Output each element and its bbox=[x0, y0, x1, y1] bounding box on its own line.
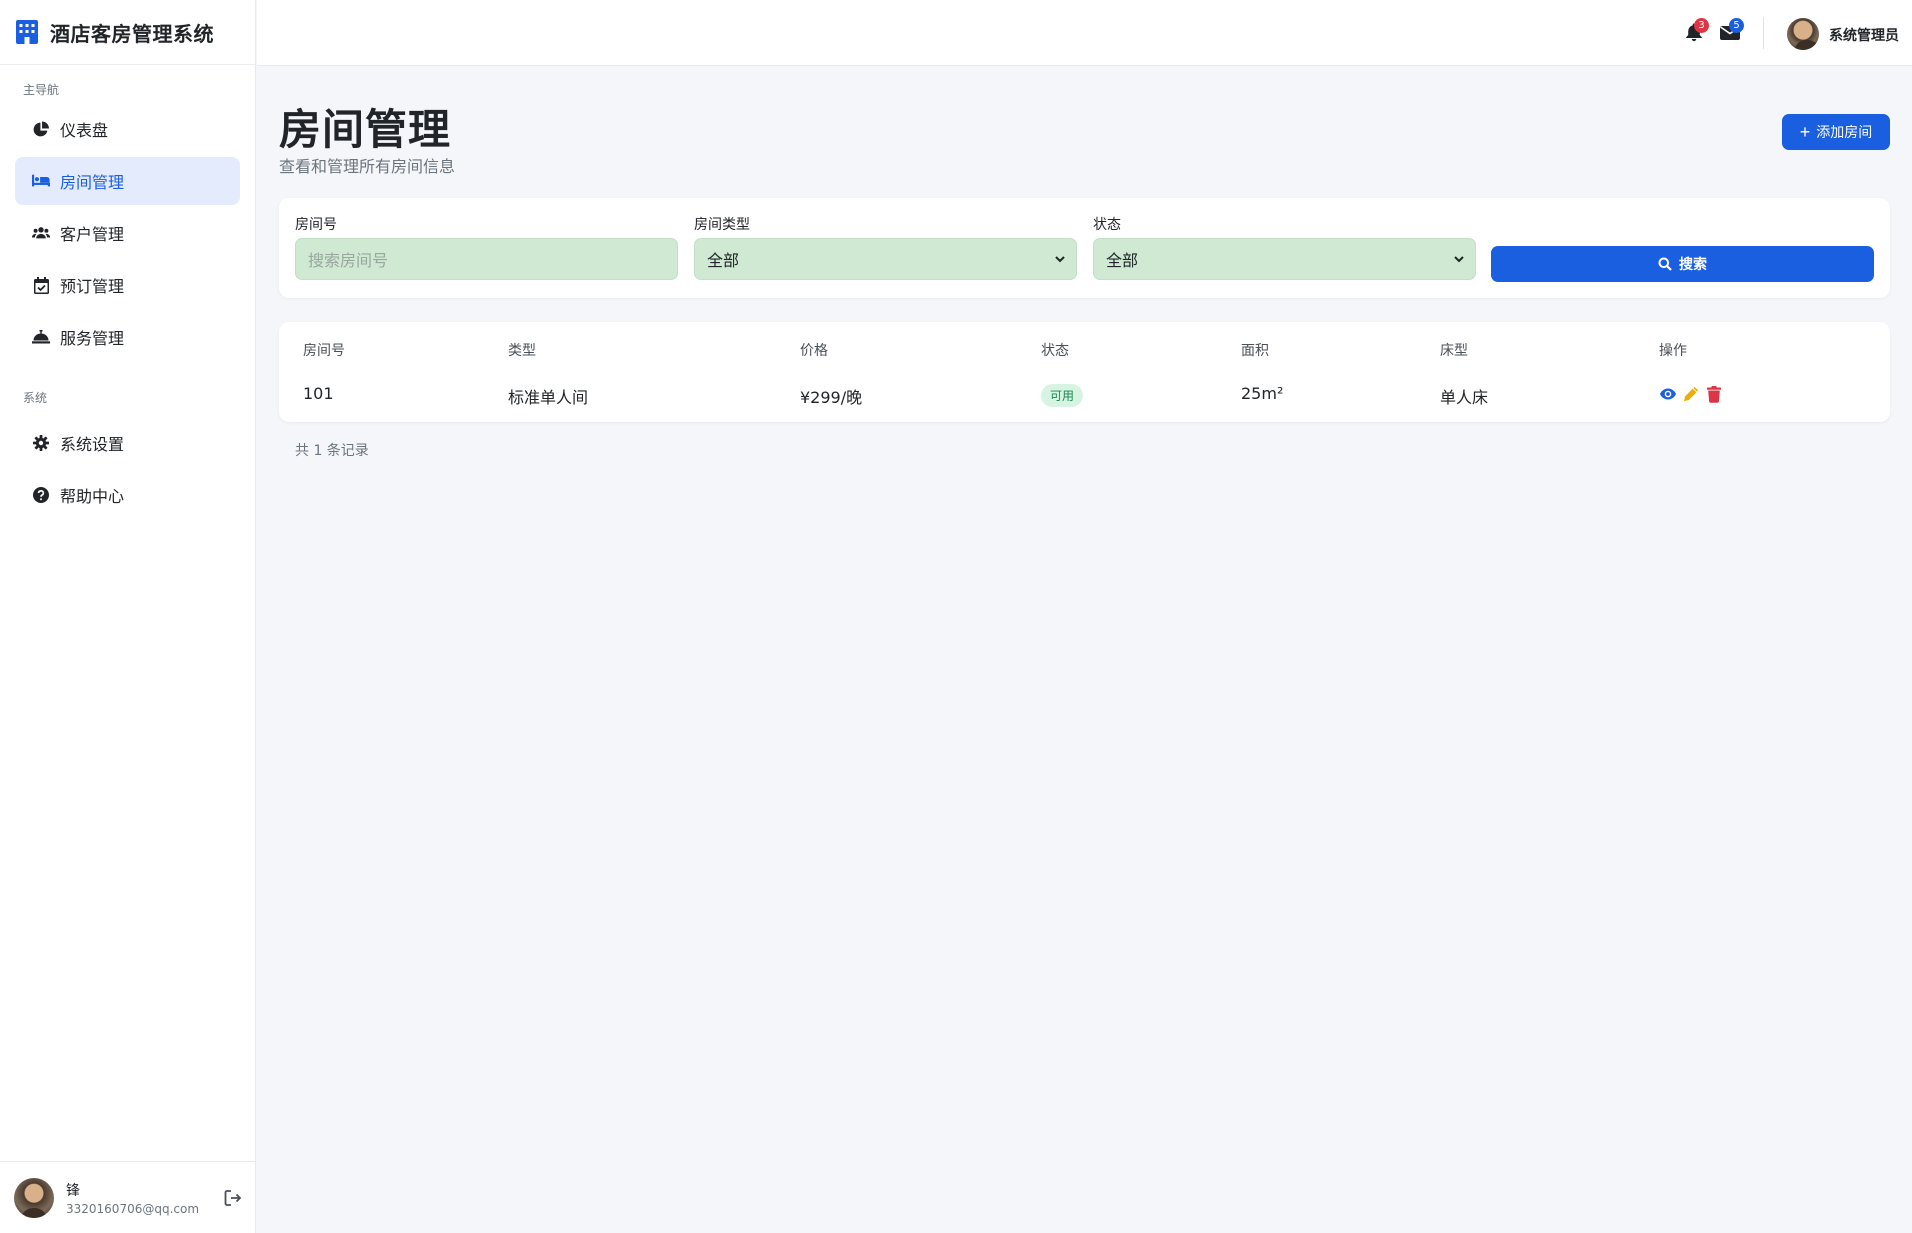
status-value: 全部 bbox=[1106, 251, 1139, 270]
search-label: 搜索 bbox=[1679, 257, 1707, 273]
page-subtitle: 查看和管理所有房间信息 bbox=[279, 157, 456, 176]
room-no-filter: 房间号 搜索房间号 bbox=[295, 214, 678, 280]
user-email: 3320160706@qq.com bbox=[66, 1201, 200, 1216]
room-type-value: 全部 bbox=[707, 251, 740, 270]
sidebar-item-label: 客户管理 bbox=[60, 225, 125, 244]
concierge-bell-icon bbox=[32, 328, 50, 346]
nav-section-system: 系统 bbox=[23, 391, 48, 405]
column-header: 面积 bbox=[1241, 343, 1269, 359]
sidebar-item-help[interactable]: 帮助中心 bbox=[15, 471, 240, 519]
nav-section-main: 主导航 bbox=[23, 83, 60, 97]
cell-room-no: 101 bbox=[303, 384, 334, 403]
record-count: 共 1 条记录 bbox=[295, 443, 369, 459]
sidebar-item-services[interactable]: 服务管理 bbox=[15, 313, 240, 361]
cell-area: 25m² bbox=[1241, 384, 1284, 403]
add-room-label: 添加房间 bbox=[1816, 124, 1873, 140]
sidebar-item-rooms[interactable]: 房间管理 bbox=[15, 157, 240, 205]
plus-icon: + bbox=[1799, 122, 1811, 142]
column-header: 床型 bbox=[1440, 343, 1468, 359]
column-header: 价格 bbox=[800, 343, 828, 359]
column-header: 房间号 bbox=[303, 343, 345, 359]
column-header: 操作 bbox=[1659, 343, 1687, 359]
sidebar-item-label: 服务管理 bbox=[60, 329, 125, 348]
sidebar-item-bookings[interactable]: 预订管理 bbox=[15, 261, 240, 309]
search-icon bbox=[1658, 257, 1672, 271]
brand[interactable]: 酒店客房管理系统 bbox=[0, 0, 255, 65]
sidebar: 酒店客房管理系统 主导航 仪表盘 房间管理 客户管理 预订管理 服务管理 系统 bbox=[0, 0, 256, 1233]
status-label: 状态 bbox=[1093, 217, 1121, 233]
avatar[interactable] bbox=[14, 1177, 54, 1218]
hotel-icon bbox=[16, 20, 38, 44]
logout-icon[interactable] bbox=[224, 1189, 242, 1207]
gear-icon bbox=[32, 434, 50, 452]
column-header: 类型 bbox=[508, 343, 536, 359]
room-type-label: 房间类型 bbox=[694, 217, 750, 233]
delete-icon[interactable] bbox=[1705, 385, 1723, 403]
cell-bed: 单人床 bbox=[1440, 388, 1489, 407]
pie-chart-icon bbox=[32, 120, 50, 138]
sidebar-item-settings[interactable]: 系统设置 bbox=[15, 419, 240, 467]
sidebar-item-label: 帮助中心 bbox=[60, 487, 125, 506]
sidebar-item-label: 预订管理 bbox=[60, 277, 125, 296]
topbar: 3 5 系统管理员 bbox=[257, 0, 1912, 66]
user-name: 锋 bbox=[66, 1182, 80, 1199]
sidebar-item-label: 房间管理 bbox=[60, 173, 125, 192]
filter-panel: 房间号 搜索房间号 房间类型 全部 状态 全部 搜索 bbox=[279, 198, 1890, 298]
topbar-divider bbox=[1763, 17, 1764, 49]
room-type-filter: 房间类型 全部 bbox=[694, 214, 1077, 280]
sidebar-item-label: 仪表盘 bbox=[60, 121, 109, 140]
bed-icon bbox=[32, 172, 50, 190]
page-title: 房间管理 bbox=[279, 105, 452, 154]
add-room-button[interactable]: + 添加房间 bbox=[1782, 114, 1890, 150]
cell-type: 标准单人间 bbox=[508, 388, 589, 407]
status-select[interactable]: 全部 bbox=[1093, 238, 1476, 280]
calendar-check-icon bbox=[32, 276, 50, 294]
question-circle-icon bbox=[32, 486, 50, 504]
sidebar-item-label: 系统设置 bbox=[60, 435, 125, 454]
status-badge: 可用 bbox=[1041, 384, 1084, 407]
sidebar-item-dashboard[interactable]: 仪表盘 bbox=[15, 105, 240, 153]
avatar[interactable] bbox=[1787, 18, 1819, 50]
rooms-table: 房间号 类型 价格 状态 面积 床型 操作 101 标准单人间 ¥299/晚 可… bbox=[279, 322, 1890, 422]
edit-icon[interactable] bbox=[1682, 385, 1700, 403]
room-type-select[interactable]: 全部 bbox=[694, 238, 1077, 280]
sidebar-item-customers[interactable]: 客户管理 bbox=[15, 209, 240, 257]
cell-price: ¥299/晚 bbox=[800, 388, 863, 407]
column-header: 状态 bbox=[1041, 343, 1069, 359]
users-icon bbox=[32, 224, 50, 242]
sidebar-user-panel: 锋 3320160706@qq.com bbox=[0, 1161, 256, 1233]
chevron-down-icon bbox=[1055, 256, 1065, 263]
room-no-label: 房间号 bbox=[295, 217, 337, 233]
notifications-badge: 3 bbox=[1694, 18, 1709, 33]
messages-badge: 5 bbox=[1729, 18, 1744, 33]
app-title: 酒店客房管理系统 bbox=[50, 21, 214, 46]
search-button[interactable]: 搜索 bbox=[1491, 246, 1874, 282]
chevron-down-icon bbox=[1454, 256, 1464, 263]
view-icon[interactable] bbox=[1659, 385, 1677, 403]
topbar-user-name[interactable]: 系统管理员 bbox=[1829, 25, 1899, 45]
room-no-input[interactable]: 搜索房间号 bbox=[295, 238, 678, 280]
status-filter: 状态 全部 bbox=[1093, 214, 1476, 280]
